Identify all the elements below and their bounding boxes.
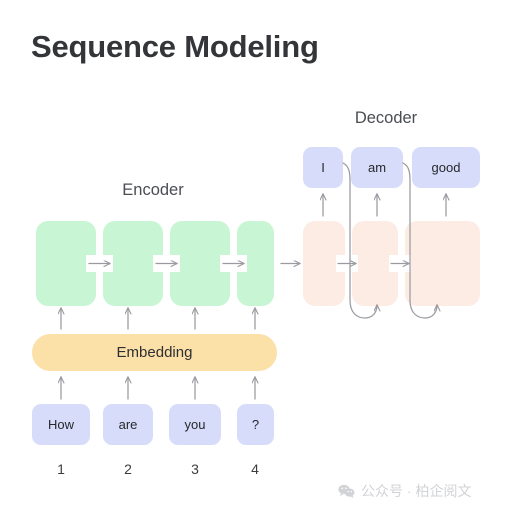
wechat-icon xyxy=(338,484,355,498)
input-token-2: are xyxy=(103,404,153,445)
input-token-label: are xyxy=(118,417,138,432)
decoder-section-label: Decoder xyxy=(354,109,418,127)
output-token-label: good xyxy=(431,160,461,175)
input-token-3: you xyxy=(169,404,221,445)
input-token-label: ? xyxy=(251,417,260,432)
output-token-1: I xyxy=(303,147,343,188)
encoder-section-label: Encoder xyxy=(122,181,184,199)
position-index-4: 4 xyxy=(251,461,259,477)
encoder-cell-3 xyxy=(170,221,230,306)
encoder-cell-2 xyxy=(103,221,163,306)
position-index-1: 1 xyxy=(57,461,65,477)
embedding-to-encoder-arrows xyxy=(61,308,255,330)
input-token-1: How xyxy=(32,404,90,445)
decoder-to-output-arrows xyxy=(323,194,446,217)
watermark-text: 公众号 · 柏企阅文 xyxy=(361,483,472,499)
position-index-2: 2 xyxy=(124,461,132,477)
output-token-label: am xyxy=(367,160,387,175)
page-title: Sequence Modeling xyxy=(31,29,319,64)
decoder-cell-2 xyxy=(352,221,398,306)
embedding-label: Embedding xyxy=(116,344,193,361)
watermark: 公众号 · 柏企阅文 xyxy=(338,481,471,501)
position-index-3: 3 xyxy=(191,461,199,477)
decoder-cell-3 xyxy=(405,221,480,306)
input-token-label: you xyxy=(184,417,206,432)
embedding-layer: Embedding xyxy=(32,334,277,371)
encoder-cell-1 xyxy=(36,221,96,306)
diagram-canvas: Sequence Modeling Encoder Decoder Embedd… xyxy=(0,0,510,510)
output-token-2: am xyxy=(351,147,403,188)
token-to-embedding-arrows xyxy=(61,377,255,400)
decoder-cell-1 xyxy=(303,221,345,306)
encoder-cell-4 xyxy=(237,221,274,306)
input-token-4: ? xyxy=(237,404,274,445)
output-token-label: I xyxy=(321,160,325,175)
input-token-label: How xyxy=(47,417,74,432)
output-token-3: good xyxy=(412,147,480,188)
